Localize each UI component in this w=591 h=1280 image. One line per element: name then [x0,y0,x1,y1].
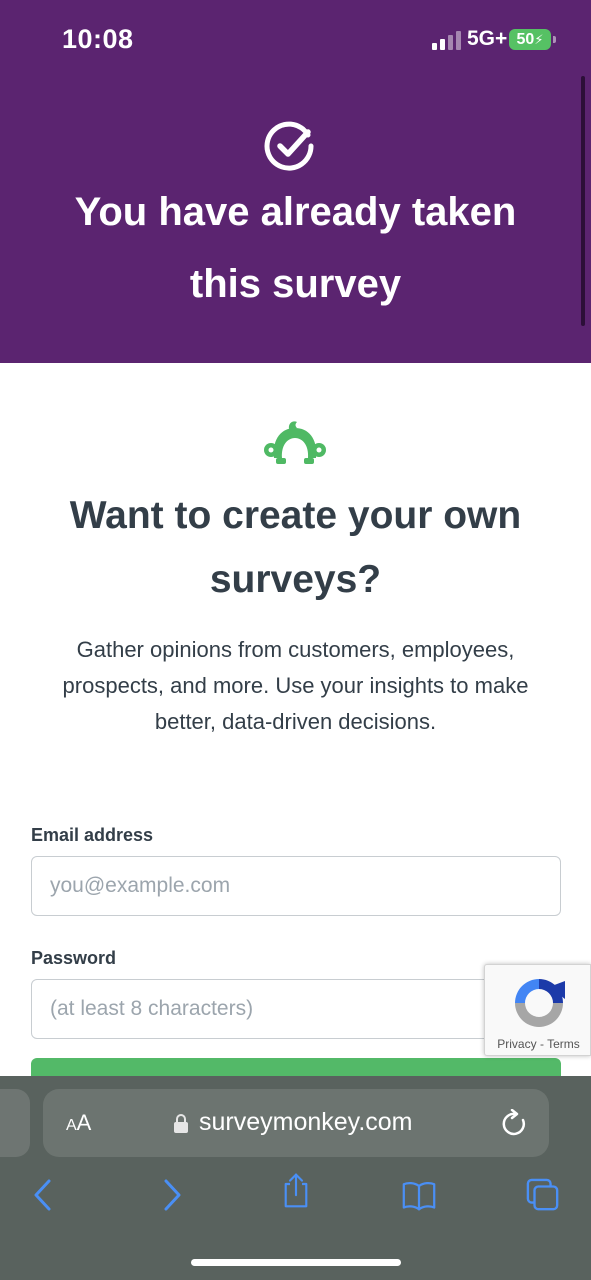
recaptcha-privacy-link[interactable]: Privacy [497,1037,536,1051]
recaptcha-icon [515,979,565,1027]
charging-bolt-icon: ⚡ [534,31,544,47]
scrollbar[interactable] [581,76,585,326]
recaptcha-links: Privacy - Terms [485,1037,591,1051]
check-circle-icon [264,121,314,171]
lock-icon [174,1114,188,1133]
tabs-icon[interactable] [526,1177,560,1213]
email-field[interactable] [31,856,561,916]
status-bar: 10:08 5G+ 50 ⚡ [0,0,591,80]
network-type: 5G+ [467,27,508,50]
promo-description: Gather opinions from customers, employee… [62,637,529,734]
recaptcha-badge[interactable]: Privacy - Terms [484,964,591,1056]
survey-complete-banner: 10:08 5G+ 50 ⚡ You have already taken th… [0,0,591,363]
password-field[interactable] [31,979,561,1039]
password-label: Password [31,948,117,968]
url-text[interactable]: surveymonkey.com [199,1108,413,1137]
home-indicator[interactable] [191,1259,401,1266]
email-label: Email address [31,825,154,845]
promo-heading: Want to create your own surveys? [69,494,522,601]
battery-level: 50 [516,30,535,48]
reload-icon[interactable] [502,1109,528,1137]
recaptcha-terms-link[interactable]: Terms [547,1037,580,1051]
text-size-small-a: A [66,1117,77,1134]
forward-icon[interactable] [155,1177,189,1213]
battery-icon: 50 ⚡ [509,29,556,50]
text-size-large-a: A [76,1110,92,1135]
back-icon[interactable] [27,1177,61,1213]
cellular-signal-icon [432,31,461,50]
status-time: 10:08 [62,24,134,54]
previous-tab-peek[interactable] [0,1089,30,1157]
text-size-button[interactable]: AA [66,1110,91,1136]
recaptcha-separator: - [539,1037,544,1051]
share-icon[interactable] [279,1172,313,1208]
bookmarks-icon[interactable] [402,1177,436,1213]
page-title: You have already taken this survey [74,190,517,306]
surveymonkey-logo-icon[interactable] [262,418,328,466]
